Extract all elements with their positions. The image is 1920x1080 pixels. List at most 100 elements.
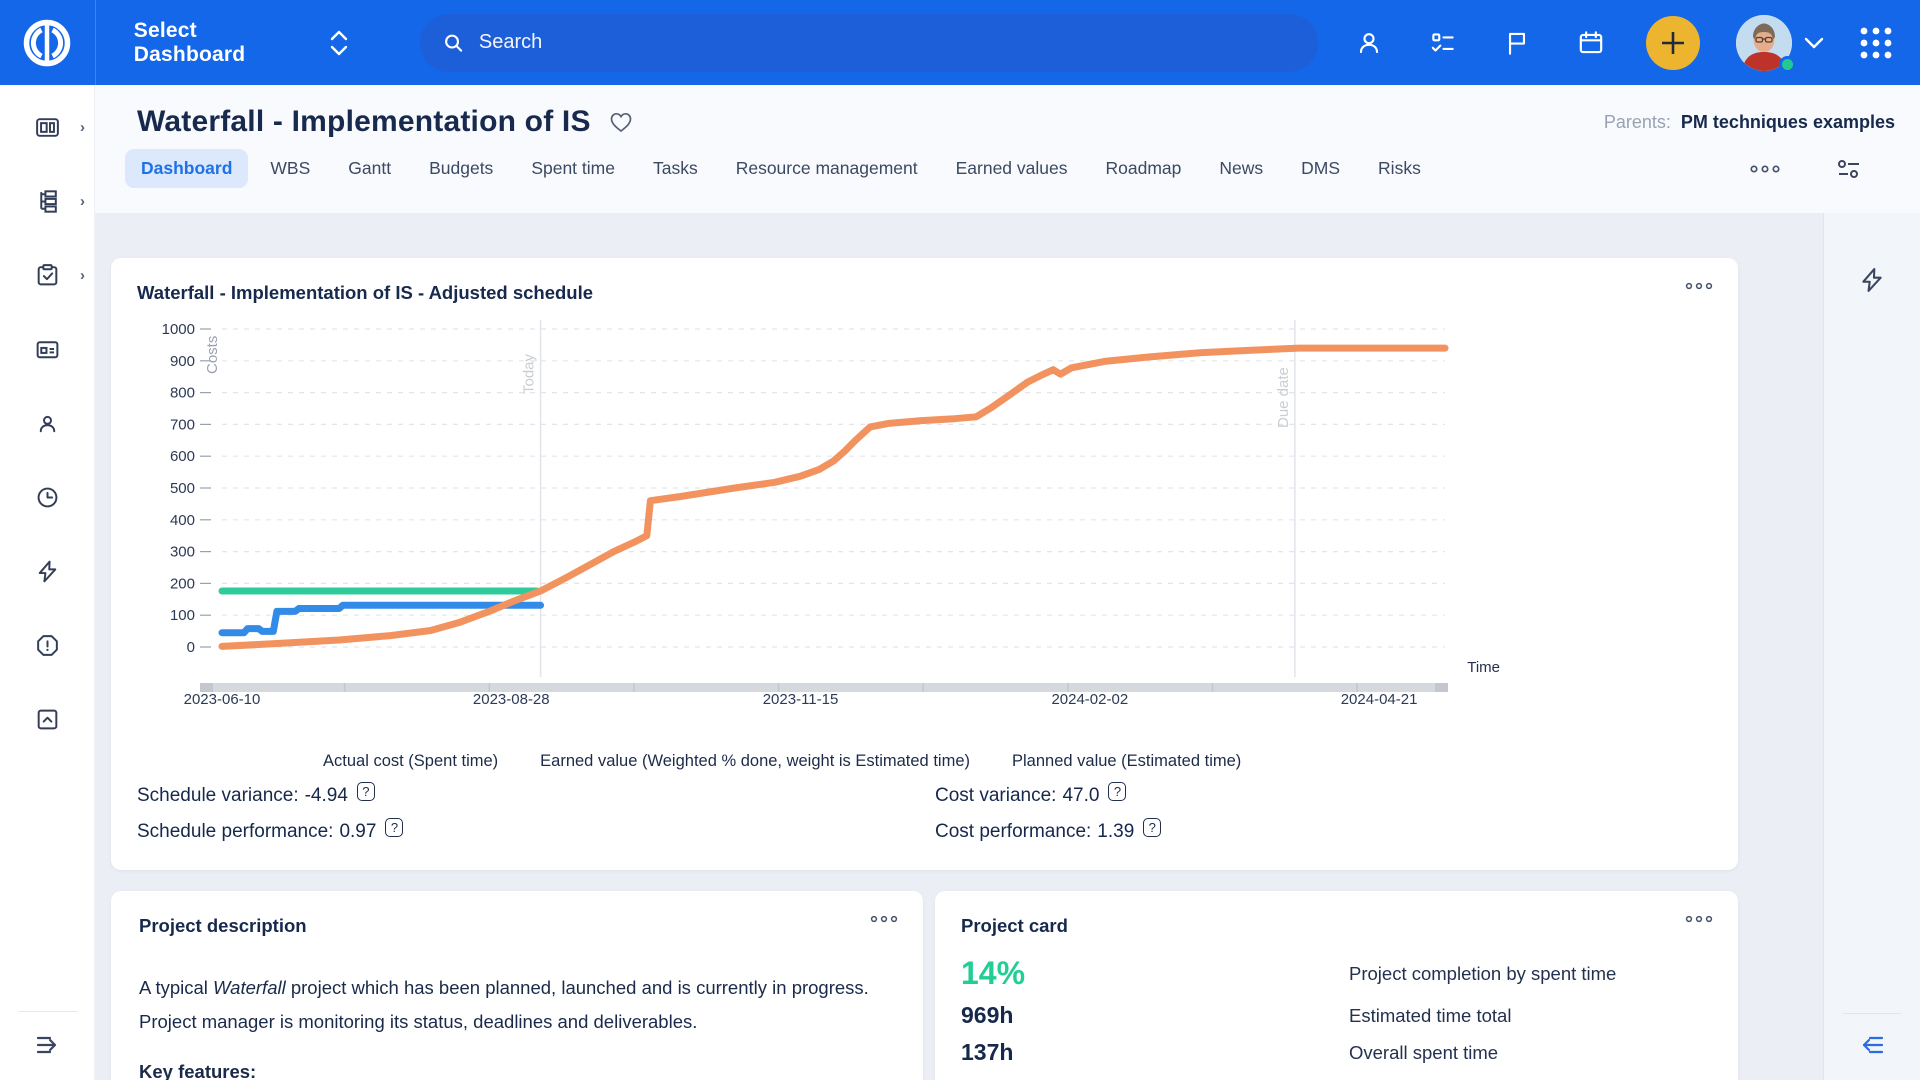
sidebar-item-quick-actions[interactable] (0, 539, 95, 603)
expand-sidebar-button[interactable] (0, 1030, 95, 1060)
y-axis-label: Costs (204, 336, 221, 374)
select-chevrons-icon (328, 28, 350, 58)
svg-text:200: 200 (170, 575, 195, 592)
favorite-heart-icon[interactable] (609, 111, 633, 133)
key-features-heading: Key features: (139, 1061, 895, 1080)
legend-item-earned-value[interactable]: Earned value (Weighted % done, weight is… (540, 752, 970, 771)
tab-earned-values[interactable]: Earned values (940, 149, 1084, 188)
tabs-more-menu[interactable] (1748, 162, 1782, 176)
svg-text:2023-06-10: 2023-06-10 (184, 691, 261, 708)
sidebar-item-users[interactable] (0, 391, 95, 455)
add-button[interactable] (1646, 16, 1700, 70)
marker-label-due-date: Due date (1275, 367, 1292, 428)
avatar-chevron-down-icon[interactable] (1804, 37, 1824, 49)
svg-text:2024-04-21: 2024-04-21 (1341, 691, 1418, 708)
stat-value: 969h (961, 1002, 1349, 1029)
project-description-text: A typical Waterfall project which has be… (139, 971, 895, 1039)
chart-panel-title: Waterfall - Implementation of IS - Adjus… (137, 282, 1712, 304)
dashboard-selector[interactable]: Select Dashboard (134, 19, 350, 67)
legend-item-planned-value[interactable]: Planned value (Estimated time) (1012, 752, 1241, 771)
svg-text:800: 800 (170, 385, 195, 402)
tab-bar: DashboardWBSGanttBudgetsSpent timeTasksR… (95, 149, 1920, 188)
collapse-rail-button[interactable] (1824, 1030, 1920, 1060)
user-avatar[interactable] (1736, 15, 1792, 71)
svg-text:2023-08-28: 2023-08-28 (473, 691, 550, 708)
search-bar[interactable] (420, 14, 1318, 72)
chart-scrollbar[interactable] (200, 683, 1448, 692)
box-chevron-up-icon (34, 706, 61, 733)
tab-roadmap[interactable]: Roadmap (1090, 149, 1198, 188)
parents-link[interactable]: PM techniques examples (1681, 112, 1895, 133)
search-icon (442, 31, 465, 55)
help-question-badge[interactable]: ? (357, 782, 375, 801)
online-status-dot (1779, 56, 1796, 73)
metric-value: 0.97 (339, 821, 376, 843)
tab-risks[interactable]: Risks (1362, 149, 1437, 188)
quick-actions-rail-button[interactable] (1824, 213, 1920, 295)
boards-icon (34, 336, 61, 363)
collapse-arrow-icon (1856, 1030, 1888, 1060)
help-question-badge[interactable]: ? (1108, 782, 1126, 801)
tab-budgets[interactable]: Budgets (413, 149, 509, 188)
tab-wbs[interactable]: WBS (254, 149, 326, 188)
search-input[interactable] (479, 31, 1296, 54)
expand-arrow-icon (32, 1030, 64, 1060)
page-title: Waterfall - Implementation of IS (137, 105, 591, 139)
left-sidebar: › › › (0, 85, 95, 1080)
sidebar-item-archive[interactable] (0, 687, 95, 751)
stat-label: Project completion by spent time (1349, 963, 1712, 985)
sidebar-item-spent-time[interactable] (0, 465, 95, 529)
tab-gantt[interactable]: Gantt (332, 149, 407, 188)
lightning-icon (34, 558, 61, 585)
sidebar-item-alerts[interactable] (0, 613, 95, 677)
apps-grid-icon[interactable] (1858, 25, 1894, 61)
tab-news[interactable]: News (1203, 149, 1279, 188)
sidebar-item-tasks[interactable]: › (0, 243, 95, 307)
svg-text:100: 100 (170, 607, 195, 624)
chart-panel-menu[interactable] (1684, 280, 1714, 292)
marker-label-today: Today (521, 353, 538, 394)
svg-text:1000: 1000 (162, 321, 195, 338)
calendar-icon[interactable] (1576, 28, 1606, 58)
tab-tasks[interactable]: Tasks (637, 149, 714, 188)
flag-icon[interactable] (1502, 28, 1532, 58)
dashboard-selector-label: Select Dashboard (134, 19, 314, 67)
project-card-panel: Project card 14%Project completion by sp… (935, 891, 1738, 1080)
expand-chevron-icon: › (80, 193, 85, 210)
svg-text:900: 900 (170, 353, 195, 370)
project-card-menu[interactable] (1684, 913, 1714, 925)
dashboard-content: Waterfall - Implementation of IS - Adjus… (95, 213, 1823, 1080)
page-settings-icon[interactable] (1834, 156, 1864, 182)
x-axis-label: Time (1467, 659, 1500, 676)
tab-resource-management[interactable]: Resource management (720, 149, 934, 188)
svg-text:700: 700 (170, 416, 195, 433)
app-logo[interactable] (0, 0, 96, 85)
chart-legend: Actual cost (Spent time) Earned value (We… (137, 752, 1712, 771)
metric-value: -4.94 (305, 785, 348, 807)
tab-dms[interactable]: DMS (1285, 149, 1356, 188)
clock-icon (34, 484, 61, 511)
page-header: Waterfall - Implementation of IS Parents… (95, 85, 1920, 213)
user-icon[interactable] (1354, 28, 1384, 58)
checklist-icon[interactable] (1428, 28, 1458, 58)
tab-spent-time[interactable]: Spent time (515, 149, 631, 188)
svg-text:300: 300 (170, 544, 195, 561)
sidebar-item-dashboards[interactable]: › (0, 95, 95, 159)
legend-item-actual-cost[interactable]: Actual cost (Spent time) (323, 752, 498, 771)
help-question-badge[interactable]: ? (385, 818, 403, 837)
description-panel-menu[interactable] (869, 913, 899, 925)
help-question-badge[interactable]: ? (1143, 818, 1161, 837)
tasks-icon (34, 262, 61, 289)
sidebar-item-project-tree[interactable]: › (0, 169, 95, 233)
metric-label: Cost performance: (935, 821, 1091, 843)
top-bar: Select Dashboard (0, 0, 1920, 85)
plus-icon (1660, 30, 1686, 56)
metric-value: 1.39 (1097, 821, 1134, 843)
tab-dashboard[interactable]: Dashboard (125, 149, 248, 188)
right-rail (1823, 213, 1920, 1080)
metric-schedule-performance: Schedule performance:0.97? (137, 821, 935, 843)
alert-octagon-icon (34, 632, 61, 659)
sidebar-item-boards[interactable] (0, 317, 95, 381)
evm-metrics: Schedule variance:-4.94?Cost variance:47… (137, 785, 1712, 843)
lightning-icon (1857, 265, 1887, 295)
